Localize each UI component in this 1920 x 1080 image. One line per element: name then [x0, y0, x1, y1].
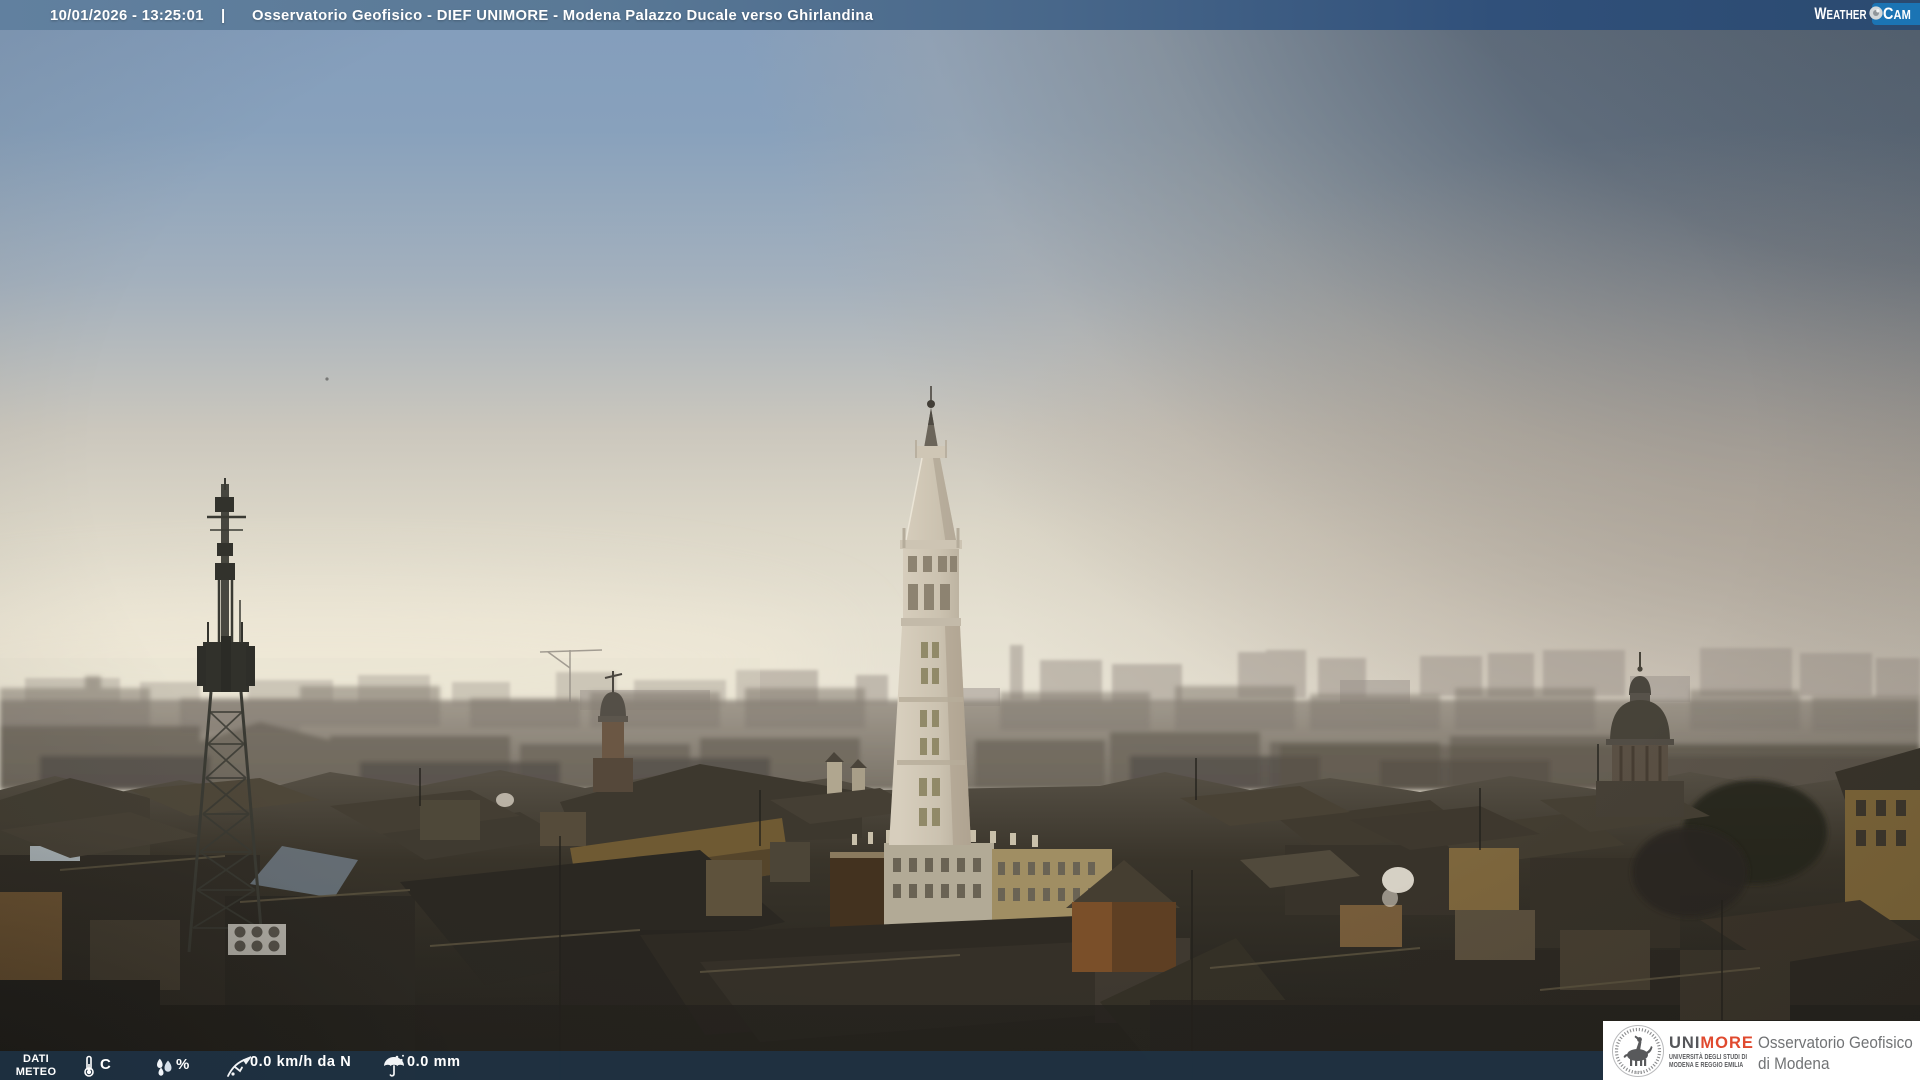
svg-text:1175: 1175 [1634, 1070, 1644, 1075]
